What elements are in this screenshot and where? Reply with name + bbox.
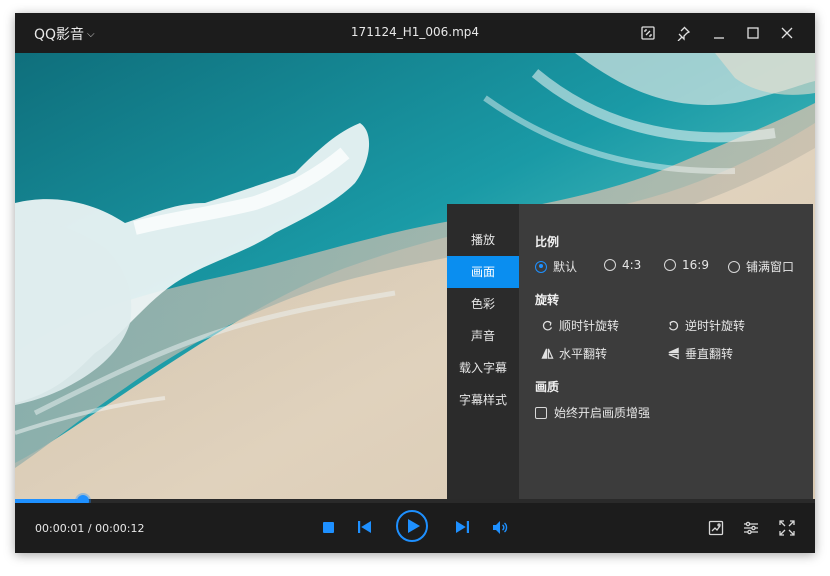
previous-button[interactable] (357, 520, 371, 534)
ratio-16-9-label: 16:9 (682, 258, 709, 272)
radio-icon (604, 259, 616, 271)
flip-horizontal-icon (540, 348, 554, 359)
maximize-icon (747, 27, 759, 39)
minimize-button[interactable] (707, 21, 731, 45)
ratio-16-9-option[interactable]: 16:9 (664, 258, 709, 272)
next-icon (455, 521, 469, 533)
nav-item-load-subtitle[interactable]: 载入字幕 (447, 352, 519, 384)
play-icon (407, 519, 420, 533)
flip-horizontal-label: 水平翻转 (559, 347, 608, 361)
close-button[interactable] (775, 21, 799, 45)
play-button[interactable] (396, 510, 428, 542)
maximize-button[interactable] (741, 21, 765, 45)
pin-icon (677, 26, 691, 41)
rotate-clockwise-label: 顺时针旋转 (559, 319, 620, 333)
previous-icon (357, 521, 371, 533)
radio-icon (728, 260, 740, 273)
settings-button[interactable] (742, 519, 760, 537)
ratio-4-3-option[interactable]: 4:3 (604, 258, 641, 272)
flip-horizontal-button[interactable]: 水平翻转 (540, 345, 607, 362)
screenshot-icon (641, 26, 655, 40)
player-window: QQ影音 ⌵ 171124_H1_006.mp4 播放 画面 色彩 声音 载入字… (15, 13, 815, 553)
close-icon (781, 27, 793, 39)
time-display: 00:00:01 / 00:00:12 (35, 522, 145, 535)
fullscreen-icon (779, 520, 795, 536)
radio-selected-icon (535, 260, 547, 273)
settings-panel: 播放 画面 色彩 声音 载入字幕 字幕样式 比例 默认 4:3 16:9 铺满窗… (447, 204, 813, 501)
rotate-counterclockwise-button[interactable]: 逆时针旋转 (666, 317, 745, 334)
radio-icon (664, 259, 676, 271)
sliders-icon (744, 521, 758, 535)
rotate-counterclockwise-label: 逆时针旋转 (685, 319, 746, 333)
next-button[interactable] (455, 520, 469, 534)
nav-item-picture[interactable]: 画面 (447, 256, 519, 288)
settings-nav: 播放 画面 色彩 声音 载入字幕 字幕样式 (447, 204, 519, 501)
screenshot-button[interactable] (636, 21, 660, 45)
flip-vertical-button[interactable]: 垂直翻转 (666, 345, 733, 362)
ratio-fill-window-label: 铺满窗口 (746, 260, 795, 274)
nav-item-subtitle-style[interactable]: 字幕样式 (447, 384, 519, 416)
ratio-default-label: 默认 (553, 260, 578, 274)
volume-button[interactable] (492, 519, 508, 535)
nav-item-playback[interactable]: 播放 (447, 224, 519, 256)
flip-vertical-icon (668, 347, 679, 360)
file-title: 171124_H1_006.mp4 (350, 25, 480, 39)
volume-icon (492, 520, 507, 534)
control-bar: 00:00:01 / 00:00:12 (15, 503, 815, 553)
stop-icon (322, 521, 334, 533)
nav-item-sound[interactable]: 声音 (447, 320, 519, 352)
quality-enhance-checkbox[interactable]: 始终开启画质增强 (535, 404, 650, 421)
quality-section-title: 画质 (535, 380, 560, 394)
minimize-icon (714, 37, 724, 39)
nav-item-color[interactable]: 色彩 (447, 288, 519, 320)
stop-button[interactable] (321, 520, 335, 534)
video-frame[interactable]: 播放 画面 色彩 声音 载入字幕 字幕样式 比例 默认 4:3 16:9 铺满窗… (15, 53, 815, 503)
rotate-counterclockwise-icon (668, 320, 678, 331)
rotate-clockwise-icon (542, 320, 552, 331)
checkbox-icon (535, 406, 547, 419)
title-bar: QQ影音 ⌵ 171124_H1_006.mp4 (15, 13, 815, 53)
image-settings-icon (708, 520, 724, 536)
pin-button[interactable] (671, 21, 695, 45)
ratio-section-title: 比例 (535, 235, 560, 249)
rotate-section-title: 旋转 (535, 293, 560, 307)
ratio-default-option[interactable]: 默认 (535, 258, 577, 275)
rotate-clockwise-button[interactable]: 顺时针旋转 (540, 317, 619, 334)
flip-vertical-label: 垂直翻转 (685, 347, 734, 361)
fullscreen-button[interactable] (778, 519, 796, 537)
ratio-fill-window-option[interactable]: 铺满窗口 (728, 258, 794, 275)
quality-enhance-label: 始终开启画质增强 (554, 406, 651, 420)
ratio-4-3-label: 4:3 (622, 258, 642, 272)
picture-settings-button[interactable] (707, 519, 725, 537)
